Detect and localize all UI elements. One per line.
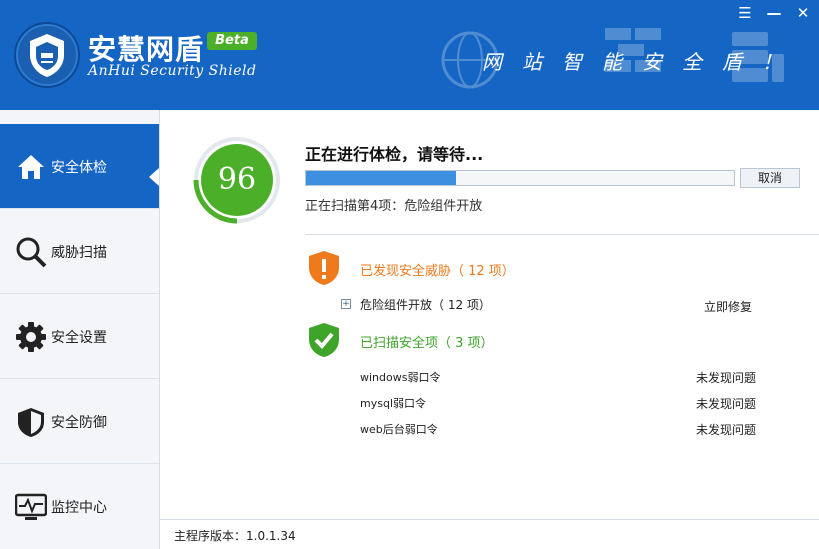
home-icon: [18, 155, 44, 179]
menu-button[interactable]: ☰: [735, 4, 755, 22]
warning-shield-icon: [309, 251, 339, 285]
cancel-button[interactable]: 取消: [740, 168, 800, 188]
shield-logo-icon: [16, 24, 78, 86]
sidebar-item-security-settings[interactable]: 安全设置: [0, 294, 159, 379]
sidebar-item-threat-scan[interactable]: 威胁扫描: [0, 209, 159, 294]
safe-item-value: 未发现问题: [696, 371, 757, 385]
active-pointer: [149, 168, 159, 186]
version-label: 主程序版本：1.0.1.34: [174, 529, 296, 543]
title-bar: 安慧网盾 Beta AnHui Security Shield 网站智能安全盾！…: [0, 0, 819, 110]
sidebar-item-label: 安全设置: [51, 330, 107, 346]
expand-icon[interactable]: +: [341, 299, 351, 309]
minimize-button[interactable]: —: [764, 4, 784, 22]
safe-item-value: 未发现问题: [696, 423, 757, 437]
safe-item-value: 未发现问题: [696, 397, 757, 411]
monitor-icon: [15, 493, 47, 520]
app-slogan: 网站智能安全盾！: [482, 50, 802, 74]
safe-item-row: windows弱口令 未发现问题: [360, 369, 800, 389]
safe-item-row: mysql弱口令 未发现问题: [360, 395, 800, 415]
close-button[interactable]: ✕: [793, 4, 813, 22]
sidebar-item-label: 威胁扫描: [51, 245, 107, 261]
check-shield-icon: [309, 323, 339, 357]
safe-title: 已扫描安全项（ 3 项）: [360, 336, 494, 351]
gear-icon: [16, 322, 46, 352]
safe-item-label: mysql弱口令: [360, 397, 426, 410]
scan-progress-bar: [305, 170, 735, 186]
threats-title: 已发现安全威胁（ 12 项）: [360, 264, 515, 279]
footer-divider: [160, 519, 819, 520]
magnifier-icon: [16, 237, 47, 268]
sidebar-item-label: 安全体检: [51, 160, 107, 176]
shield-icon: [18, 408, 44, 437]
app-title: 安慧网盾: [88, 33, 205, 66]
sidebar-item-security-defense[interactable]: 安全防御: [0, 379, 159, 464]
safe-item-label: windows弱口令: [360, 371, 441, 384]
safe-item-row: web后台弱口令 未发现问题: [360, 421, 800, 441]
score-value: 96: [217, 162, 257, 197]
divider: [305, 234, 819, 235]
beta-badge: Beta: [207, 32, 257, 50]
threat-item-label: 危险组件开放（ 12 项）: [360, 298, 491, 312]
sidebar-item-health-check[interactable]: 安全体检: [0, 124, 159, 209]
main-panel: 96 正在进行体检，请等待... 取消 正在扫描第4项：危险组件开放 已发现安全…: [160, 110, 819, 549]
scan-status: 正在进行体检，请等待...: [305, 145, 484, 164]
app-logo: [14, 22, 80, 88]
sidebar-item-label: 安全防御: [51, 415, 107, 431]
safe-item-label: web后台弱口令: [360, 423, 438, 436]
app-subtitle: AnHui Security Shield: [88, 63, 257, 79]
sidebar: 安全体检 威胁扫描 安全设置 安全防御 监控中心: [0, 110, 160, 549]
sidebar-item-monitor-center[interactable]: 监控中心: [0, 464, 159, 548]
sidebar-item-label: 监控中心: [51, 500, 107, 516]
scan-progress-fill: [306, 171, 456, 185]
fix-now-button[interactable]: 立即修复: [704, 298, 752, 315]
current-scan-item: 正在扫描第4项：危险组件开放: [305, 199, 483, 214]
